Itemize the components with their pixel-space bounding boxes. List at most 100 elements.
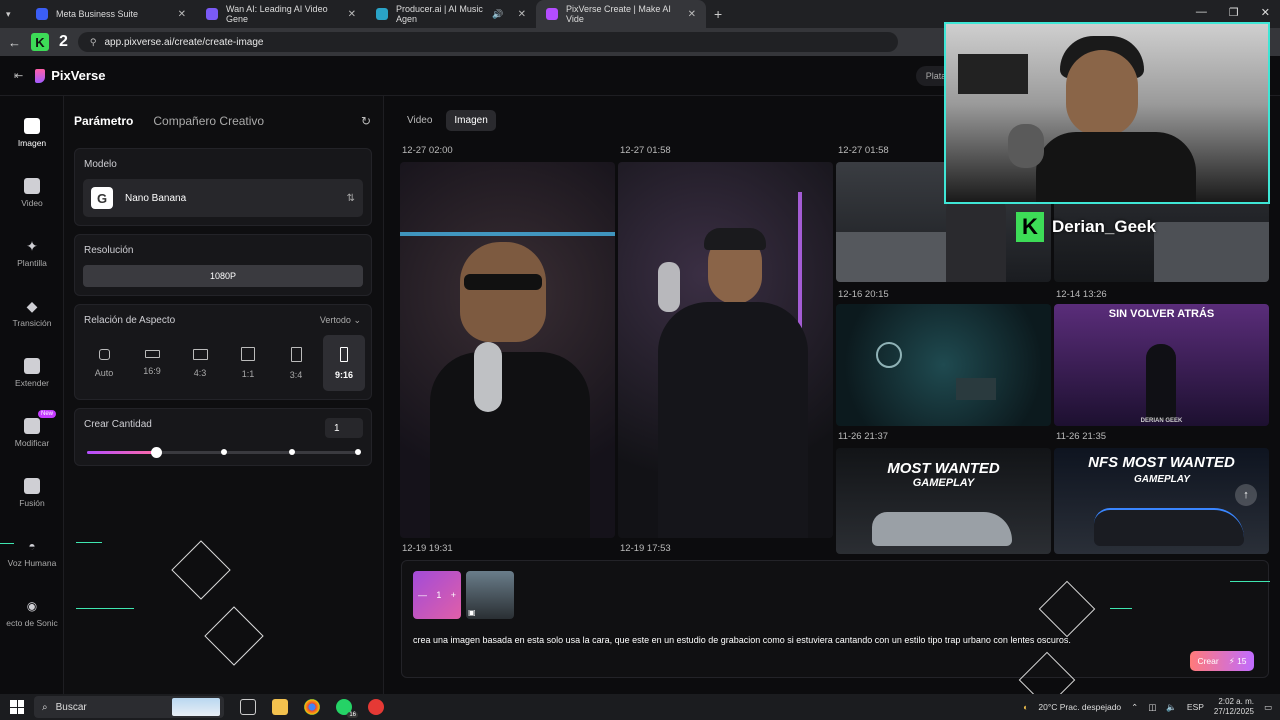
whatsapp-badge: 16 [347,712,358,718]
tab-companero-creativo[interactable]: Compañero Creativo [153,114,264,128]
ratio-16-9[interactable]: 16:9 [131,335,173,391]
volume-icon[interactable]: 🔈 [1166,702,1177,713]
slider-step-dot [289,449,295,455]
close-icon[interactable]: ✕ [518,9,526,20]
wan-icon [206,8,218,20]
image-count-stepper[interactable]: — 1 + [413,571,461,619]
language-indicator[interactable]: ESP [1187,702,1204,712]
task-view-icon[interactable] [240,699,256,715]
notification-icon[interactable]: ▭ [1264,702,1272,713]
sidebar-item-video[interactable]: Video [0,178,64,228]
ratio-9-16[interactable]: 9:16 [323,335,365,391]
pixverse-icon [546,8,558,20]
generated-image-most-wanted[interactable]: MOST WANTED GAMEPLAY [836,448,1051,554]
browser-tab-producer[interactable]: Producer.ai | AI Music Agen 🔊 ✕ [366,0,536,28]
ratio-4-3[interactable]: 4:3 [179,335,221,391]
aspect-mode-dropdown[interactable]: Vertodo ⌄ [320,315,361,326]
file-explorer-icon[interactable] [272,699,288,715]
tab-imagen[interactable]: Imagen [446,110,496,131]
generated-image-dark-room[interactable] [836,304,1051,426]
ratio-1-1[interactable]: 1:1 [227,335,269,391]
clock[interactable]: 2:02 a. m. 27/12/2025 [1214,697,1254,717]
speaker-icon[interactable]: 🔊 [492,9,503,20]
streamer-name-overlay: K Derian_Geek [1016,212,1156,242]
scroll-to-top-button[interactable]: ↑ [1235,484,1257,506]
extension-two-icon[interactable]: 2 [59,33,68,51]
generated-image-sin-volver-atras[interactable]: SIN VOLVER ATRÁS DERIAN GEEK [1054,304,1269,426]
settings-sliders-icon[interactable]: ⇅ [347,193,355,204]
taskbar-search[interactable]: ⌕ Buscar [34,696,224,718]
timestamp: 12-14 13:26 [1056,289,1107,300]
site-info-icon[interactable]: ⚲ [90,37,97,48]
timestamp: 12-16 20:15 [838,289,889,300]
quantity-input[interactable]: 1 [325,418,363,438]
producer-icon [376,8,388,20]
model-card: Modelo G Nano Banana ⇅ [74,148,372,226]
close-icon[interactable]: ✕ [348,9,356,20]
tab-parametro[interactable]: Parámetro [74,114,133,128]
chrome-icon[interactable] [304,699,320,715]
modify-icon [24,418,40,434]
cover-artist: DERIAN GEEK [1140,418,1183,424]
generated-image-studio-2[interactable] [618,162,833,538]
sidebar: Imagen Video ✦ Plantilla ◆ Transición Ex… [0,96,64,694]
browser-tab-wan[interactable]: Wan AI: Leading AI Video Gene ✕ [196,0,366,28]
windows-start-icon[interactable] [10,700,24,714]
close-icon[interactable]: ✕ [688,9,696,20]
create-button[interactable]: Crear ⚡ 15 [1190,651,1254,671]
prompt-input[interactable]: crea una imagen basada en esta solo usa … [413,635,1071,645]
minimize-icon[interactable]: — [1196,6,1207,19]
close-window-icon[interactable]: ✕ [1261,6,1270,19]
slider-handle[interactable] [150,447,162,458]
browser-tab-meta[interactable]: Meta Business Suite ✕ [26,0,196,28]
resolution-option-1080p[interactable]: 1080P [83,265,363,287]
sidebar-item-plantilla[interactable]: ✦ Plantilla [0,238,64,288]
timestamp: 12-19 17:53 [620,543,671,554]
reset-icon[interactable]: ↻ [361,114,371,128]
tab-video[interactable]: Video [399,110,440,131]
sidebar-item-fusion[interactable]: Fusión [0,478,64,528]
close-icon[interactable]: ✕ [178,9,186,20]
slider-step-dot [355,449,361,455]
sidebar-item-voz-humana[interactable]: ◓ Voz Humana [0,538,64,588]
model-selector[interactable]: G Nano Banana ⇅ [83,179,363,217]
sidebar-item-extender[interactable]: Extender [0,358,64,408]
image-edit-icon[interactable]: ▣ [468,608,476,617]
kick-icon[interactable]: K [31,33,49,51]
url-field[interactable]: ⚲ app.pixverse.ai/create/create-image [77,32,898,52]
image-icon [24,118,40,134]
square-icon [241,347,255,361]
new-tab-button[interactable]: + [714,6,722,22]
pixverse-logo-icon [35,68,46,83]
browser-tab-pixverse[interactable]: PixVerse Create | Make AI Vide ✕ [536,0,706,28]
collapse-sidebar-icon[interactable]: ⇤ [14,69,23,82]
bolt-icon: ⚡ [1228,655,1235,666]
decorative-line [76,542,102,543]
obs-recording-icon[interactable] [368,699,384,715]
sidebar-item-transicion[interactable]: ◆ Transición [0,298,64,348]
settings-panel: Parámetro Compañero Creativo ↻ Modelo G … [64,96,384,694]
generated-image-studio-1[interactable] [400,162,615,538]
back-arrow-icon[interactable]: ← [8,35,21,50]
weather-text[interactable]: 20°C Prac. despejado [1038,702,1121,712]
quantity-slider[interactable] [87,447,361,458]
sidebar-item-modificar[interactable]: New Modificar [0,410,64,468]
timestamp: 12-19 19:31 [402,543,453,554]
network-icon[interactable]: ◫ [1148,702,1156,713]
ratio-auto[interactable]: Auto [83,335,125,391]
ratio-3-4[interactable]: 3:4 [275,335,317,391]
slider-fill [87,451,156,454]
aspect-ratio-options: Auto 16:9 4:3 1:1 3:4 9:16 [83,335,365,391]
maximize-icon[interactable]: ❐ [1229,6,1239,19]
reference-image-thumbnail[interactable]: ▣ [466,571,514,619]
plus-icon[interactable]: + [451,590,456,600]
minus-icon[interactable]: — [418,590,427,600]
portrait-tall-icon [340,346,348,362]
tray-chevron-icon[interactable]: ⌃ [1131,702,1138,713]
sidebar-item-efecto-sonido[interactable]: ◉ ecto de Sonic [0,598,64,648]
tab-search-icon[interactable]: ▾ [6,9,26,20]
sidebar-item-imagen[interactable]: Imagen [0,118,64,168]
whatsapp-icon[interactable]: 16 [336,699,358,718]
window-controls: — ❐ ✕ [1196,6,1270,19]
new-badge: New [38,410,57,418]
